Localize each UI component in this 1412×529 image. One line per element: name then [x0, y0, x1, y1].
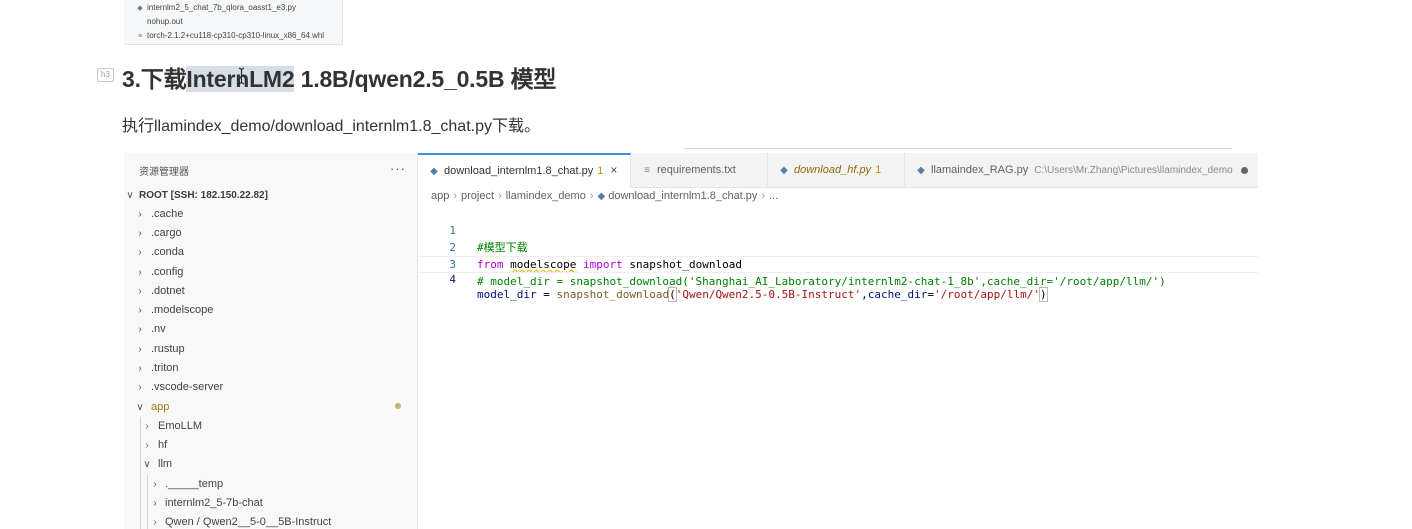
chevron-right-icon: ›	[153, 479, 157, 490]
chevron-right-icon: ›	[138, 324, 142, 335]
chevron-right-icon: ›	[138, 209, 142, 220]
chevron-right-icon: ›	[138, 344, 142, 355]
python-file-icon: ◆	[430, 166, 438, 177]
chevron-down-icon: ∨	[136, 402, 144, 413]
chevron-right-icon: ›	[498, 190, 502, 202]
chevron-right-icon: ›	[138, 267, 142, 278]
modified-indicator-icon	[395, 403, 401, 409]
heading-level-badge[interactable]: h3	[97, 68, 114, 82]
breadcrumb-item[interactable]: ...	[769, 190, 778, 202]
chevron-right-icon: ›	[145, 440, 149, 451]
close-icon[interactable]: ×	[610, 163, 617, 177]
tree-folder[interactable]: › .cargo	[124, 224, 417, 243]
divider	[684, 148, 1232, 149]
tree-folder[interactable]: › .vscode-server	[124, 378, 417, 397]
tree-folder[interactable]: › .config	[124, 263, 417, 282]
section-heading[interactable]: 3.下载InternLM2 1.8B/qwen2.5_0.5B 模型	[122, 62, 556, 96]
more-actions-icon[interactable]: ···	[390, 161, 406, 176]
chevron-right-icon: ›	[153, 498, 157, 509]
chevron-right-icon: ›	[453, 190, 458, 202]
tree-folder[interactable]: › .triton	[124, 359, 417, 378]
text-file-icon: ≡	[137, 33, 143, 40]
tree-folder[interactable]: › .dotnet	[124, 282, 417, 301]
tab-download-internlm[interactable]: ◆ download_internlm1.8_chat.py 1 ×	[418, 153, 631, 188]
breadcrumb-item[interactable]: app	[431, 190, 449, 202]
vscode-screenshot: 资源管理器 ··· ∨ ROOT [SSH: 182.150.22.82] › …	[124, 153, 1258, 529]
chevron-right-icon: ›	[138, 228, 142, 239]
chevron-down-icon: ∨	[126, 190, 134, 201]
tab-requirements[interactable]: ≡ requirements.txt	[631, 153, 768, 187]
code-line-current[interactable]: 4 model_dir = snapshot_download('Qwen/Qw…	[418, 256, 1258, 302]
chevron-right-icon: ›	[138, 305, 142, 316]
instruction-paragraph[interactable]: 执行llamindex_demo/download_internlm1.8_ch…	[122, 112, 540, 136]
text-file-icon: ≡	[644, 165, 650, 176]
tree-folder[interactable]: › .conda	[124, 243, 417, 262]
tab-download-hf[interactable]: ◆ download_hf.py 1	[768, 153, 905, 187]
chevron-right-icon: ›	[761, 190, 766, 202]
chevron-right-icon: ›	[138, 363, 142, 374]
file-item: ≡ torch-2.1.2+cu118-cp310-cp310-linux_x86…	[136, 30, 324, 42]
chevron-right-icon: ›	[589, 190, 594, 202]
code-line[interactable]: 2 from modelscope import snapshot_downlo…	[418, 222, 1258, 271]
python-file-icon: ◆	[137, 5, 143, 12]
file-list-snippet: ◆ internlm2_5_chat_7b_qlora_oasst1_e3.py …	[124, 0, 343, 45]
explorer-panel: 资源管理器 ··· ∨ ROOT [SSH: 182.150.22.82] › …	[124, 153, 418, 529]
tree-folder[interactable]: › EmoLLM	[124, 417, 417, 436]
breadcrumb-item[interactable]: llamindex_demo	[506, 190, 586, 202]
explorer-title: 资源管理器	[139, 167, 189, 178]
chevron-down-icon: ∨	[143, 459, 151, 470]
unsaved-dot-icon	[1240, 166, 1248, 174]
tree-folder[interactable]: › .nv	[124, 320, 417, 339]
workspace-root[interactable]: ∨ ROOT [SSH: 182.150.22.82]	[124, 186, 417, 205]
breadcrumb-item[interactable]: project	[461, 190, 494, 202]
tab-llamaindex-rag[interactable]: ◆ llamaindex_RAG.py C:\Users\Mr.Zhang\Pict…	[905, 153, 1258, 187]
tree-folder[interactable]: › .modelscope	[124, 301, 417, 320]
code-line[interactable]: 3 # model_dir = snapshot_download('Shang…	[418, 239, 1258, 288]
editor-tab-bar: ◆ download_internlm1.8_chat.py 1 × ≡ require…	[418, 153, 1258, 188]
tree-folder[interactable]: › Qwen / Qwen2__5-0__5B-Instruct	[124, 513, 417, 529]
tree-folder[interactable]: › internlm2_5-7b-chat	[124, 494, 417, 513]
python-file-icon: ◆	[597, 191, 606, 202]
python-file-icon: ◆	[917, 165, 925, 176]
breadcrumb: app › project › llamindex_demo › ◆ download_int…	[431, 188, 778, 204]
chevron-right-icon: ›	[145, 421, 149, 432]
tree-folder[interactable]: › .rustup	[124, 340, 417, 359]
tree-folder[interactable]: › hf	[124, 436, 417, 455]
tree-folder[interactable]: ∨ llm	[124, 455, 417, 474]
tree-folder[interactable]: › .cache	[124, 205, 417, 224]
chevron-right-icon: ›	[138, 247, 142, 258]
chevron-right-icon: ›	[138, 286, 142, 297]
tree-folder[interactable]: › ._____temp	[124, 475, 417, 494]
chevron-right-icon: ›	[153, 517, 157, 528]
python-file-icon: ◆	[780, 165, 788, 176]
file-item: nohup.out	[147, 17, 183, 26]
breadcrumb-item[interactable]: download_internlm1.8_chat.py	[608, 190, 757, 202]
chevron-right-icon: ›	[138, 382, 142, 393]
code-line[interactable]: 1 #模型下载	[418, 205, 1258, 254]
text-cursor-icon	[238, 67, 245, 85]
text-caret	[1046, 288, 1048, 302]
tree-folder-app[interactable]: ∨ app	[124, 398, 417, 417]
file-item: ◆ internlm2_5_chat_7b_qlora_oasst1_e3.py	[136, 2, 296, 14]
